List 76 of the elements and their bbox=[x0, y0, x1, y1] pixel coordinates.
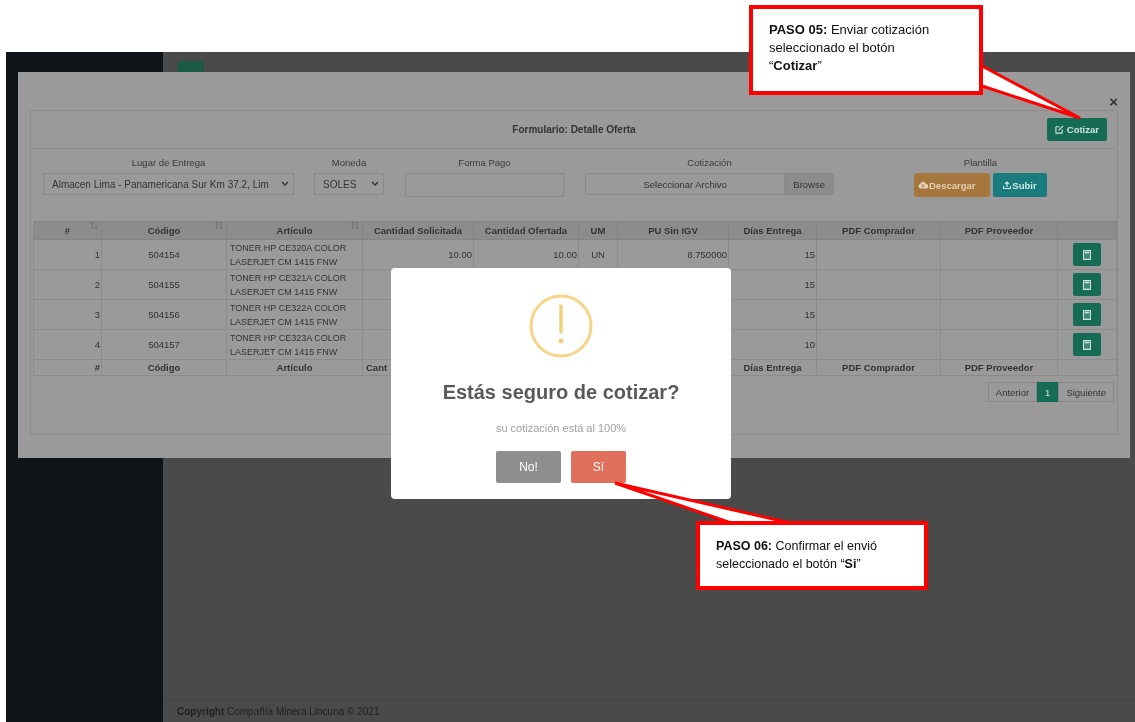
table-cell: 15 bbox=[804, 279, 815, 290]
warning-icon bbox=[529, 294, 593, 358]
table-cell-text: TONER HP CE322A COLOR LASERJET CM 1415 FNW bbox=[229, 301, 348, 329]
column-footer: # bbox=[94, 362, 100, 373]
pagination-button[interactable]: Siguiente bbox=[1058, 382, 1114, 402]
caret-icon bbox=[281, 181, 289, 187]
column-footer: Cant bbox=[364, 362, 388, 373]
calculator-button[interactable] bbox=[1073, 303, 1101, 326]
column-header: Artículo bbox=[226, 221, 363, 240]
table-cell: UN bbox=[591, 249, 605, 260]
dialog-message: su cotización está al 100% bbox=[495, 422, 627, 434]
table-cell: 15 bbox=[804, 309, 815, 320]
column-header: PDF Proveedor bbox=[940, 221, 1058, 240]
calculator-button[interactable] bbox=[1073, 333, 1101, 356]
pagination-button[interactable]: Anterior bbox=[987, 382, 1038, 402]
table-cell: 10 bbox=[804, 339, 815, 350]
table-cell: 1 bbox=[94, 249, 100, 260]
column-footer: PDF Proveedor bbox=[964, 362, 1034, 373]
sort-icon bbox=[90, 221, 98, 230]
table-cell: 10.00 bbox=[448, 249, 472, 260]
cancel-button[interactable]: No! bbox=[496, 451, 561, 483]
cloud-download-icon bbox=[918, 181, 928, 189]
field-label: Moneda bbox=[331, 157, 367, 168]
calculator-button[interactable] bbox=[1073, 243, 1101, 266]
column-header: Cantidad Ofertada bbox=[473, 221, 579, 240]
calculator-button[interactable] bbox=[1073, 273, 1101, 296]
table-cell: 10.00 bbox=[553, 249, 577, 260]
delivery-select[interactable]: Almacen Lima - Panamericana Sur Km 37.2, Lim bbox=[43, 173, 294, 195]
column-header: Código bbox=[101, 221, 227, 240]
confirm-button[interactable]: Sí bbox=[571, 451, 626, 483]
calculator-icon bbox=[1083, 339, 1091, 350]
column-footer: PDF Comprador bbox=[842, 362, 915, 373]
pagination-button[interactable]: 1 bbox=[1037, 382, 1059, 402]
table-cell: 15 bbox=[804, 249, 815, 260]
column-header: Cantidad Solicitada bbox=[362, 221, 474, 240]
sort-icon bbox=[351, 221, 359, 230]
field-label: Cotización bbox=[687, 157, 732, 168]
upload-icon bbox=[1003, 181, 1012, 189]
column-header: PU Sin IGV bbox=[617, 221, 729, 240]
field-label: Plantilla bbox=[963, 157, 998, 168]
table-cell: 3 bbox=[94, 309, 100, 320]
column-header: UM bbox=[578, 221, 618, 240]
column-footer: Artículo bbox=[276, 362, 313, 373]
field-label: Forma Pago bbox=[458, 157, 511, 168]
caret-icon bbox=[371, 181, 379, 187]
dialog-title: Estás seguro de cotizar? bbox=[442, 381, 680, 404]
column-header: PDF Comprador bbox=[816, 221, 941, 240]
column-footer: Código bbox=[147, 362, 181, 373]
table-cell: 2 bbox=[94, 279, 100, 290]
table-cell: 8.750000 bbox=[687, 249, 727, 260]
download-button[interactable]: Descargar bbox=[914, 173, 990, 197]
calculator-icon bbox=[1083, 249, 1091, 260]
column-header: Días Entrega bbox=[728, 221, 817, 240]
currency-select[interactable]: SOLES bbox=[314, 173, 384, 195]
table-cell: 504156 bbox=[148, 309, 180, 320]
field-label: Lugar de Entrega bbox=[131, 157, 206, 168]
table-cell-text: TONER HP CE320A COLOR LASERJET CM 1415 FNW bbox=[229, 241, 348, 269]
callout-text: PASO 05: Enviar cotización seleccionado el botón “Cotizar” bbox=[769, 22, 930, 73]
form-title: Formulario: Detalle Oferta bbox=[512, 124, 636, 135]
edit-icon bbox=[1054, 125, 1064, 134]
column-footer: Días Entrega bbox=[743, 362, 802, 373]
table-cell: 504155 bbox=[148, 279, 180, 290]
calculator-icon bbox=[1083, 279, 1091, 290]
table-cell: 504154 bbox=[148, 249, 180, 260]
table-cell: 4 bbox=[94, 339, 100, 350]
column-header: # bbox=[33, 221, 102, 240]
menu-button[interactable] bbox=[178, 61, 204, 73]
sort-icon bbox=[215, 221, 223, 230]
upload-button[interactable]: Subir bbox=[993, 173, 1047, 197]
calculator-icon bbox=[1083, 309, 1091, 320]
close-button[interactable]: × bbox=[1109, 94, 1118, 109]
table-cell-text: TONER HP CE323A COLOR LASERJET CM 1415 FNW bbox=[229, 331, 348, 359]
table-cell-text: TONER HP CE321A COLOR LASERJET CM 1415 FNW bbox=[229, 271, 348, 299]
callout-text: PASO 06: Confirmar el envió seleccionado el botón “Si” bbox=[716, 539, 877, 571]
cotizar-button[interactable]: Cotizar bbox=[1046, 118, 1107, 141]
table-cell: 504157 bbox=[148, 339, 180, 350]
